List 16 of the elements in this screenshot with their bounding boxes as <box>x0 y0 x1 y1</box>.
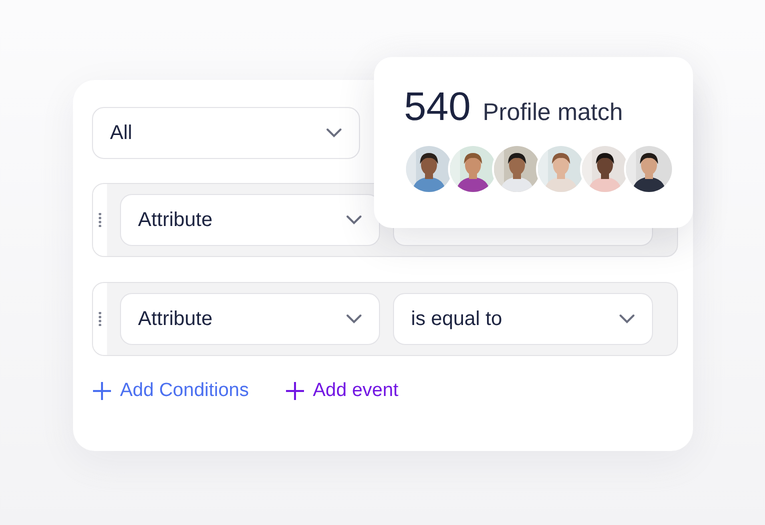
attribute-select[interactable]: Attribute <box>120 293 380 345</box>
operator-select[interactable]: is equal to <box>393 293 653 345</box>
chevron-down-icon <box>346 215 362 225</box>
match-label: Profile match <box>482 99 623 127</box>
chevron-down-icon <box>346 314 362 324</box>
plus-icon <box>92 381 112 401</box>
drag-handle-icon[interactable] <box>98 213 102 227</box>
chevron-down-icon <box>326 128 342 138</box>
attribute-select[interactable]: Attribute <box>120 194 380 246</box>
chevron-down-icon <box>619 314 635 324</box>
plus-icon <box>284 381 305 401</box>
match-select[interactable]: All <box>92 107 360 159</box>
match-count: 540 <box>404 85 471 130</box>
add-link[interactable]: Add Conditions <box>92 380 249 402</box>
add-link[interactable]: Add event <box>284 380 398 402</box>
drag-handle-icon[interactable] <box>98 312 102 326</box>
